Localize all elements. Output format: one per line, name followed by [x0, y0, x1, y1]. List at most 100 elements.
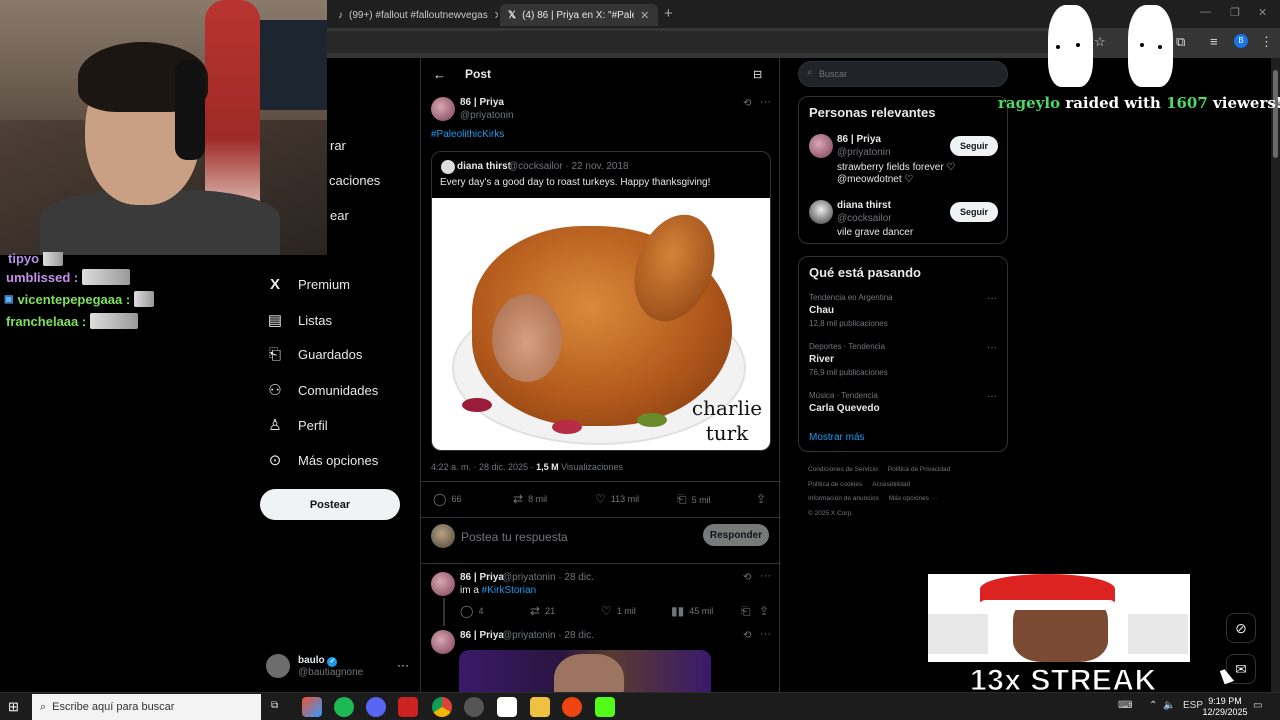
browser-menu-icon[interactable]: ⋮ — [1260, 34, 1273, 50]
windows-start-icon[interactable]: ⊞ — [8, 699, 19, 715]
copilot-icon[interactable] — [302, 697, 322, 717]
opera-icon[interactable] — [562, 697, 582, 717]
person-name[interactable]: 86 | Priya — [837, 134, 881, 145]
avatar[interactable] — [431, 97, 455, 121]
scrollbar-thumb[interactable] — [1273, 70, 1278, 158]
avatar[interactable] — [431, 630, 455, 654]
author-name[interactable]: 86 | Priya — [460, 97, 504, 108]
show-more-link[interactable]: Mostrar más — [809, 432, 865, 443]
person-bio-link[interactable]: @meowdotnet ♡ — [837, 174, 913, 185]
minimize-icon[interactable]: — — [1200, 6, 1211, 18]
capcut-icon[interactable] — [497, 697, 517, 717]
hashtag-link[interactable]: #KirkStorian — [482, 585, 536, 596]
new-tab-button[interactable]: + — [664, 5, 673, 22]
follow-button[interactable]: Seguir — [950, 136, 998, 156]
nav-partial-messages[interactable]: ear — [330, 208, 349, 223]
bookmark-action[interactable]: ⎗ 5 mil — [677, 492, 711, 507]
share-action[interactable]: ⇪ — [756, 492, 766, 506]
reply-author-name[interactable]: 86 | Priya — [460, 572, 504, 583]
reading-list-icon[interactable]: ≡ — [1210, 34, 1218, 49]
trend-name[interactable]: Carla Quevedo — [809, 403, 880, 414]
repost-action[interactable]: ⇄ 8 mil — [513, 492, 547, 506]
hashtag-link[interactable]: #PaleolithicKirks — [431, 129, 504, 140]
browser-tab-x[interactable]: 𝕏 (4) 86 | Priya en X: "#Paleolithic ✕ — [500, 4, 658, 26]
bookmark-star-icon[interactable]: ☆ — [1094, 34, 1106, 50]
reply-action[interactable]: ◯ 66 — [433, 492, 461, 506]
app-icon[interactable] — [398, 697, 418, 717]
share-action[interactable]: ⇪ — [759, 604, 769, 618]
person-handle[interactable]: @cocksailor — [837, 213, 892, 224]
extensions-icon[interactable]: ⧉ — [1176, 34, 1185, 50]
reply-button[interactable]: Responder — [703, 524, 769, 546]
repost-action[interactable]: ⇄ 21 — [530, 604, 555, 618]
avatar[interactable] — [809, 200, 833, 224]
taskbar-search[interactable]: ⌕ Escribe aquí para buscar — [32, 694, 261, 720]
close-tab-icon[interactable]: ✕ — [494, 9, 498, 22]
like-action[interactable]: ♡ 113 mil — [595, 492, 639, 506]
close-window-icon[interactable]: ✕ — [1258, 6, 1267, 19]
account-more-button[interactable]: ··· — [397, 658, 409, 672]
person-handle[interactable]: @priyatonin — [837, 147, 891, 158]
author-handle[interactable]: @priyatonin — [460, 110, 514, 121]
kick-icon[interactable] — [595, 697, 615, 717]
footer-link[interactable]: Política de cookies — [808, 481, 862, 488]
more-icon[interactable]: ··· — [760, 570, 771, 582]
browser-tab-tiktok[interactable]: ♪ (99+) #fallout #falloutnewvegas ✕ — [330, 4, 498, 26]
account-switcher[interactable]: baulo ✓ @bautiagnone — [266, 654, 363, 678]
footer-link[interactable]: Accesibilidad — [872, 481, 910, 488]
nav-partial-explore[interactable]: rar — [330, 138, 346, 153]
taskbar-clock[interactable]: 9:19 PM 12/29/2025 — [1200, 696, 1250, 718]
spotify-icon[interactable] — [334, 697, 354, 717]
file-explorer-icon[interactable] — [530, 697, 550, 717]
search-input[interactable] — [798, 61, 1008, 87]
footer-link[interactable]: Información de anuncios — [808, 495, 879, 502]
nav-bookmarks[interactable]: ⎗ Guardados — [266, 346, 362, 363]
more-icon[interactable]: ··· — [987, 342, 997, 353]
obs-icon[interactable] — [464, 697, 484, 717]
views-action[interactable]: ▮▮ 45 mil — [671, 604, 713, 618]
task-view-icon[interactable]: ⧉ — [271, 700, 278, 711]
reply-action[interactable]: ◯ 4 — [460, 604, 483, 618]
chrome-icon[interactable] — [432, 697, 452, 717]
bookmark-action[interactable]: ⎗ — [741, 604, 751, 619]
reply-input[interactable] — [461, 528, 701, 546]
reply-author-handle[interactable]: @priyatonin · 28 dic. — [502, 630, 594, 641]
footer-link[interactable]: Política de Privacidad — [888, 466, 951, 473]
grok-icon[interactable]: ⟲ — [743, 630, 751, 641]
more-icon[interactable]: ··· — [760, 628, 771, 640]
trend-name[interactable]: Chau — [809, 305, 834, 316]
nav-profile[interactable]: ♙ Perfil — [266, 416, 327, 434]
nav-communities[interactable]: ⚇ Comunidades — [266, 381, 378, 399]
more-icon[interactable]: ··· — [987, 391, 997, 402]
footer-link[interactable]: Condiciones de Servicio — [808, 466, 878, 473]
omnibox[interactable] — [320, 31, 1080, 53]
post-button[interactable]: Postear — [260, 489, 400, 520]
volume-icon[interactable]: 🔈 — [1163, 700, 1175, 711]
avatar[interactable] — [431, 572, 455, 596]
discord-icon[interactable] — [366, 697, 386, 717]
reader-mode-icon[interactable]: ⊟ — [753, 68, 762, 81]
nav-more-options[interactable]: ⊙ Más opciones — [266, 451, 379, 469]
grok-icon[interactable]: ⊘ — [1226, 613, 1256, 643]
nav-lists[interactable]: ▤ Listas — [266, 311, 332, 329]
nav-partial-notifications[interactable]: caciones — [329, 173, 380, 188]
like-action[interactable]: ♡ 1 mil — [601, 604, 636, 618]
quoted-post[interactable]: diana thirst @cocksailor · 22 nov. 2018 … — [431, 151, 771, 451]
nav-premium[interactable]: X Premium — [266, 276, 350, 293]
maximize-icon[interactable]: ❐ — [1230, 6, 1240, 19]
reply-author-handle[interactable]: @priyatonin · 28 dic. — [502, 572, 594, 583]
trend-name[interactable]: River — [809, 354, 834, 365]
back-arrow-icon[interactable]: ← — [433, 67, 446, 82]
person-name[interactable]: diana thirst — [837, 200, 891, 211]
follow-button[interactable]: Seguir — [950, 202, 998, 222]
more-icon[interactable]: ··· — [987, 293, 997, 304]
profile-avatar[interactable]: B — [1234, 34, 1248, 48]
post-timestamp[interactable]: 4:22 a. m. · 28 dic. 2025 · — [431, 462, 536, 472]
reply-author-name[interactable]: 86 | Priya — [460, 630, 504, 641]
grok-icon[interactable]: ⟲ — [743, 572, 751, 583]
more-icon[interactable]: ··· — [760, 96, 771, 108]
notifications-icon[interactable]: ▭ — [1253, 700, 1262, 711]
tray-chevron-icon[interactable]: ⌃ — [1149, 700, 1157, 711]
grok-icon[interactable]: ⟲ — [743, 98, 751, 109]
keyboard-icon[interactable]: ⌨ — [1118, 700, 1132, 711]
